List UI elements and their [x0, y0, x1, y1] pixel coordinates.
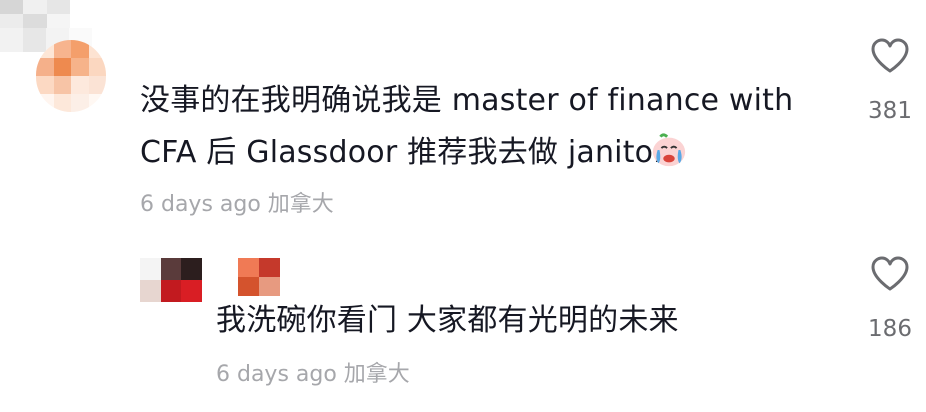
reply-text: 我洗碗你看门 大家都有光明的未来	[216, 303, 679, 338]
reply-like-count: 186	[868, 316, 912, 342]
reply-like-button[interactable]: 186	[860, 256, 920, 342]
comment-text-line-1: 没事的在我明确说我是 master of finance with	[140, 83, 794, 118]
comment-meta: 6 days ago 加拿大	[140, 192, 334, 217]
heart-icon[interactable]	[870, 38, 910, 74]
like-count: 381	[868, 98, 912, 124]
crying-face-emoji	[652, 133, 686, 167]
avatar[interactable]	[36, 40, 106, 112]
comment-text-line-2: CFA 后 Glassdoor 推荐我去做 janitor	[140, 135, 666, 170]
reply-to-avatar[interactable]	[238, 258, 280, 296]
reply-avatar[interactable]	[140, 258, 202, 302]
like-button[interactable]: 381	[860, 38, 920, 124]
reply-meta: 6 days ago 加拿大	[216, 362, 410, 387]
username-redacted[interactable]	[0, 0, 70, 28]
heart-icon[interactable]	[870, 256, 910, 292]
